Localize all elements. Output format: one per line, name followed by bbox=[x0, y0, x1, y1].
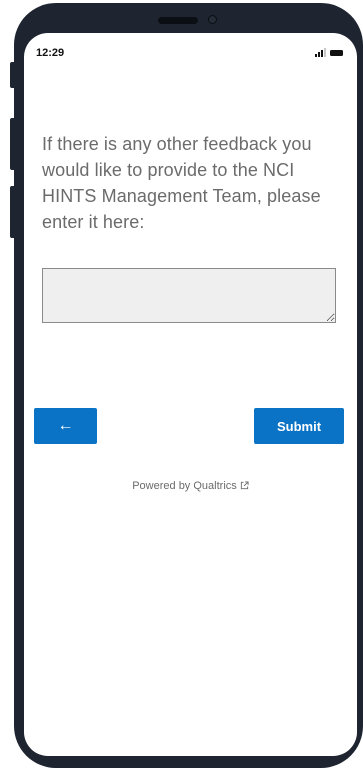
phone-volume-down-button bbox=[10, 186, 15, 238]
feedback-textarea[interactable] bbox=[42, 268, 336, 323]
phone-mute-switch bbox=[10, 62, 15, 88]
external-link-icon bbox=[240, 481, 249, 490]
question-text: If there is any other feedback you would… bbox=[42, 134, 321, 232]
phone-speaker bbox=[158, 17, 198, 24]
battery-icon bbox=[330, 50, 343, 56]
powered-by-label: Powered by Qualtrics bbox=[132, 480, 237, 492]
back-button[interactable]: ← bbox=[34, 408, 97, 444]
phone-camera bbox=[208, 15, 217, 24]
phone-screen: 12:29 If there is any other feedback you… bbox=[24, 33, 357, 756]
status-time: 12:29 bbox=[36, 47, 65, 59]
submit-button[interactable]: Submit bbox=[254, 408, 344, 444]
powered-by-qualtrics-link[interactable]: Powered by Qualtrics bbox=[132, 480, 249, 492]
signal-bars-icon bbox=[315, 48, 326, 57]
phone-volume-up-button bbox=[10, 118, 15, 170]
powered-by-footer: Powered by Qualtrics bbox=[24, 480, 357, 492]
